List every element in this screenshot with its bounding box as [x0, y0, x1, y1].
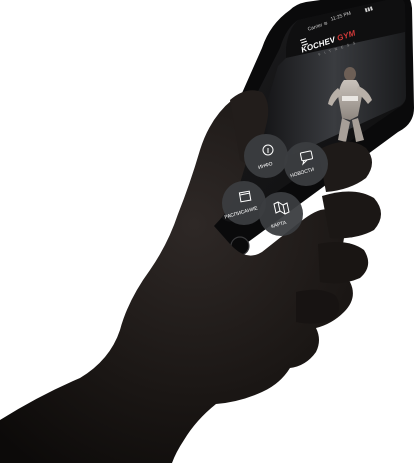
finger-ring [318, 242, 369, 284]
finger-middle [322, 191, 381, 239]
hand-holding-phone-illustration [0, 0, 414, 463]
product-shot: Carrier ≋ 11:25 PM ▮▮▮ KOCHEV GYM F I T … [0, 0, 417, 463]
menu-button-map[interactable] [259, 192, 303, 236]
finger-pinky [296, 289, 340, 324]
menu-button-info[interactable] [244, 134, 288, 178]
